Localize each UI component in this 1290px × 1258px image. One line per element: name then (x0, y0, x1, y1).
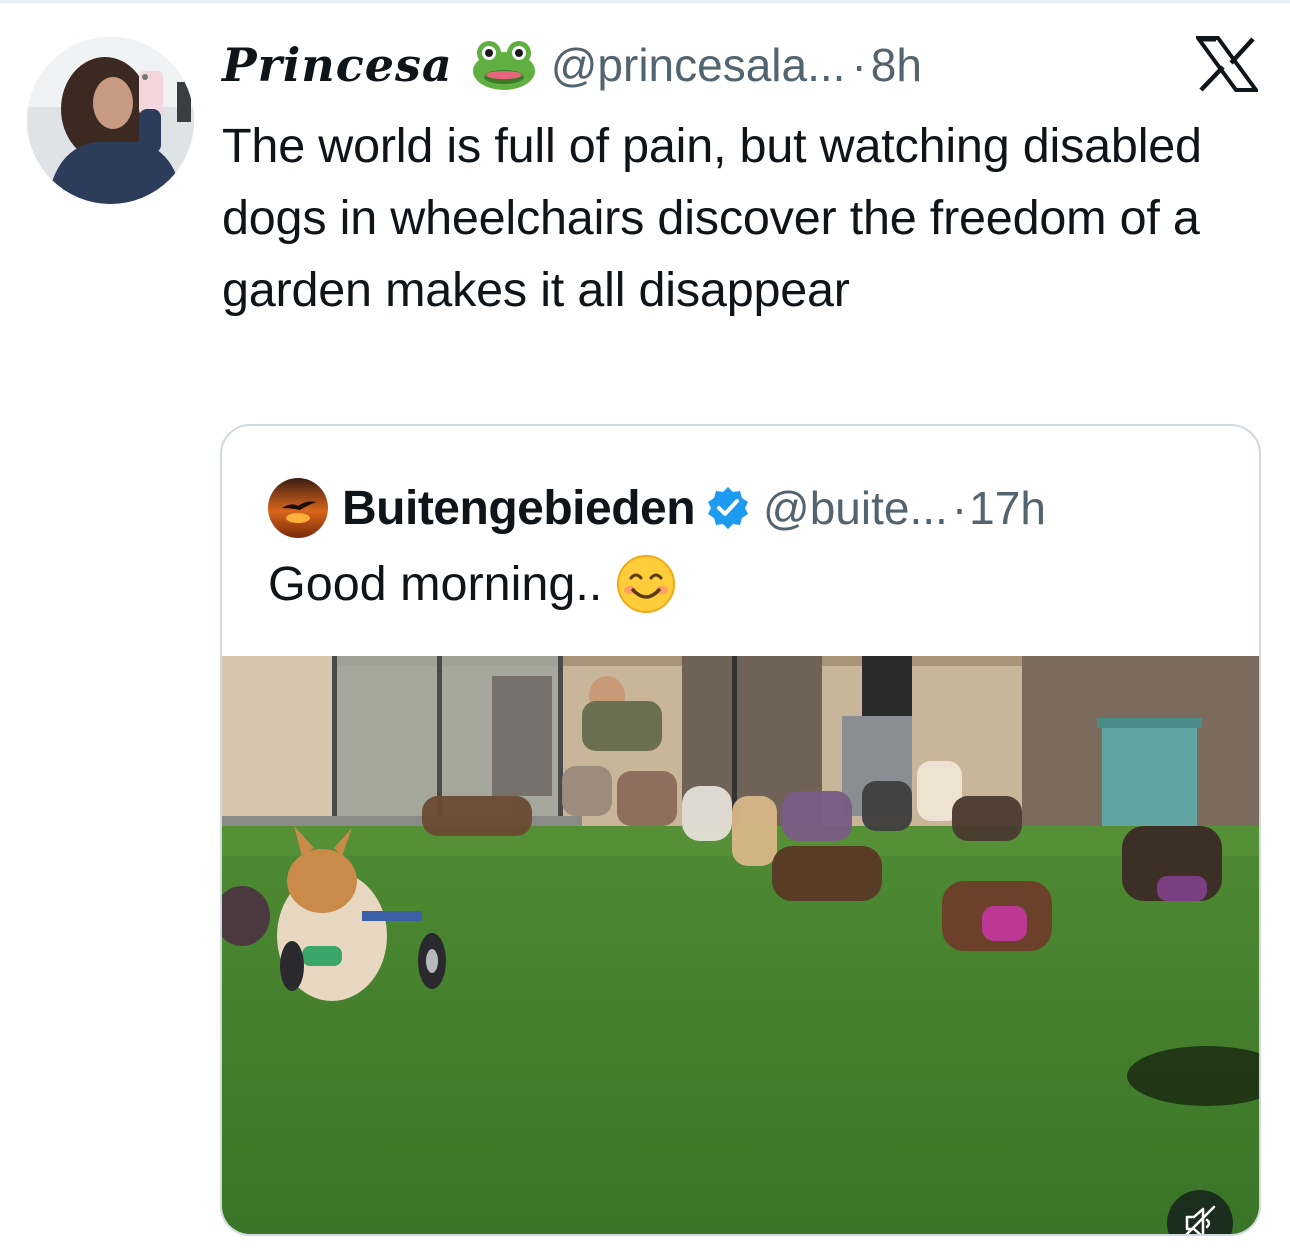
quoted-tweet-text: Good morning.. (268, 557, 603, 611)
quoted-tweet-header: Buitengebieden @buite... · 17h (268, 478, 1046, 538)
tweet-header: Princesa @princesala... · 8h (222, 32, 922, 98)
author-avatar[interactable] (27, 37, 194, 204)
separator-dot: · (951, 482, 968, 534)
separator-dot: · (851, 39, 867, 91)
quoted-tweet-timestamp[interactable]: 17h (969, 481, 1046, 535)
tweet-text: The world is full of pain, but watching … (222, 119, 1202, 317)
quoted-author-display-name[interactable]: Buitengebieden (342, 481, 696, 536)
top-divider (0, 0, 1290, 3)
verified-badge-icon (705, 485, 751, 531)
quoted-author-avatar[interactable] (268, 478, 328, 538)
quoted-author-handle[interactable]: @buite... (763, 481, 948, 535)
quoted-tweet-card[interactable]: Buitengebieden @buite... · 17h Good morn… (220, 424, 1261, 1236)
tweet-timestamp[interactable]: 8h (871, 38, 922, 92)
author-display-name[interactable]: Princesa (222, 38, 453, 92)
quoted-tweet-text-row: Good morning.. (268, 554, 676, 614)
x-logo-icon[interactable] (1194, 36, 1260, 92)
author-handle[interactable]: @princesala... (551, 38, 846, 92)
smiling-face-icon (616, 554, 676, 614)
frog-face-icon (471, 39, 537, 91)
mute-toggle-button[interactable] (1167, 1190, 1233, 1234)
video-player[interactable] (222, 656, 1259, 1234)
